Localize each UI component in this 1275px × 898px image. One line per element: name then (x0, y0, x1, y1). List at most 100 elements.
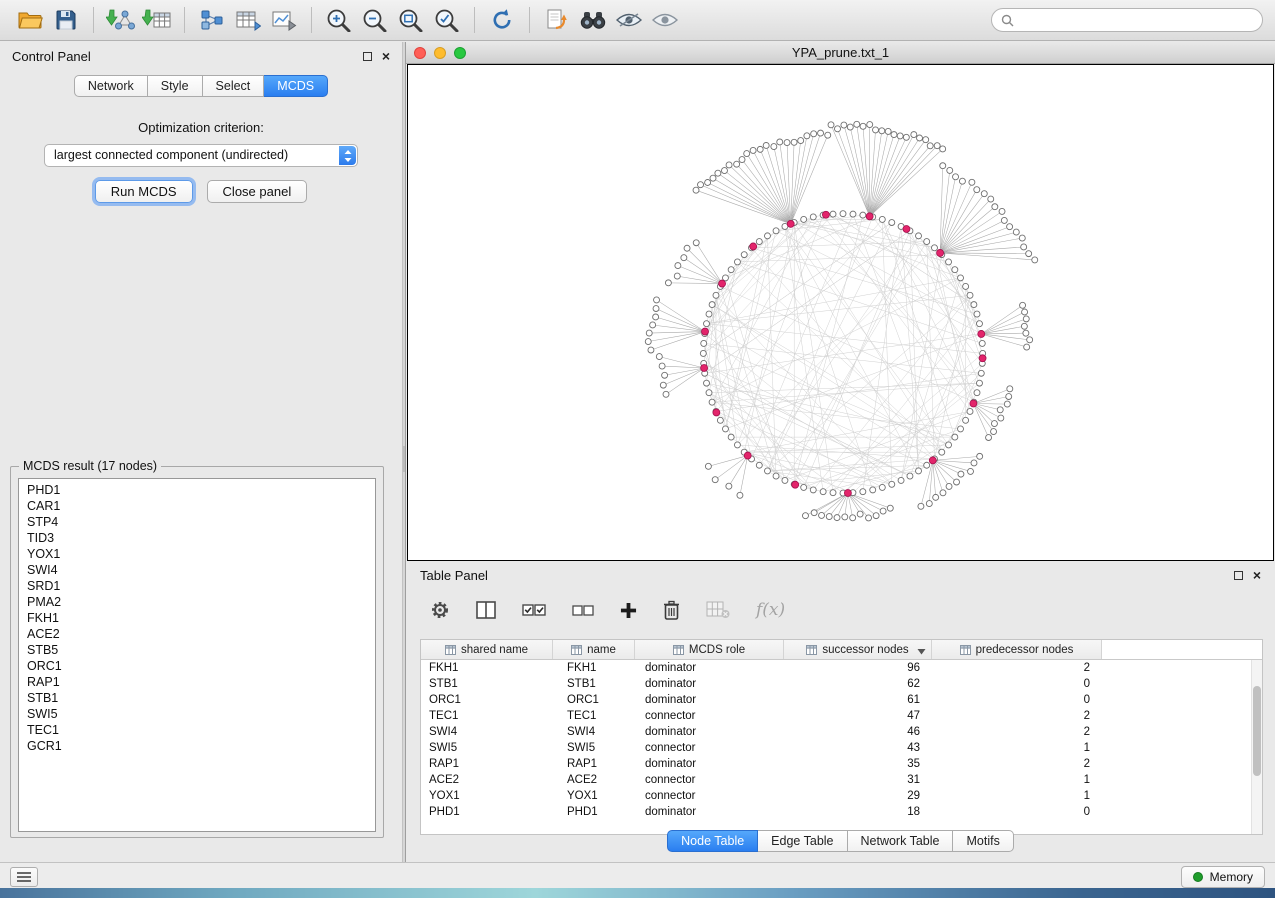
table-row[interactable]: SWI4SWI4dominator462 (421, 724, 1251, 740)
zoom-selected-button[interactable] (429, 4, 465, 36)
criterion-dropdown[interactable]: largest connected component (undirected) (44, 144, 358, 167)
float-panel-icon[interactable] (363, 52, 372, 61)
import-network-button[interactable] (103, 4, 139, 36)
network-window-titlebar[interactable]: YPA_prune.txt_1 (406, 42, 1275, 64)
mcds-result-item[interactable]: TID3 (19, 530, 375, 546)
share-document-button[interactable] (539, 4, 575, 36)
float-table-panel-icon[interactable] (1234, 571, 1243, 580)
refresh-button[interactable] (484, 4, 520, 36)
mcds-result-item[interactable]: SRD1 (19, 578, 375, 594)
mcds-result-item[interactable]: STB5 (19, 642, 375, 658)
zoom-in-button[interactable] (321, 4, 357, 36)
new-network-button[interactable] (194, 4, 230, 36)
splitter-handle-icon[interactable] (403, 446, 405, 472)
memory-button[interactable]: Memory (1181, 866, 1265, 888)
successor-nodes-cell: 31 (784, 774, 932, 786)
mcds-result-item[interactable]: TEC1 (19, 722, 375, 738)
function-builder-button[interactable]: f(x) (756, 596, 785, 624)
tab-style[interactable]: Style (148, 75, 203, 97)
shared-name-cell: RAP1 (421, 758, 553, 770)
network-canvas[interactable] (407, 64, 1274, 561)
maximize-window-icon[interactable] (454, 47, 466, 59)
control-panel: Control Panel × Network Style Select MCD… (0, 42, 402, 862)
close-panel-icon[interactable]: × (382, 51, 390, 61)
table-row[interactable]: RAP1RAP1dominator352 (421, 756, 1251, 772)
mcds-result-item[interactable]: CAR1 (19, 498, 375, 514)
run-mcds-button[interactable]: Run MCDS (95, 180, 193, 203)
mcds-result-list[interactable]: PHD1CAR1STP4TID3YOX1SWI4SRD1PMA2FKH1ACE2… (18, 478, 376, 832)
column-header-successor-nodes[interactable]: successor nodes (784, 640, 932, 659)
import-table-icon (142, 9, 172, 31)
mcds-result-item[interactable]: STB1 (19, 690, 375, 706)
shared-name-cell: YOX1 (421, 790, 553, 802)
table-settings-button[interactable] (430, 596, 450, 624)
zoom-fit-icon (398, 8, 424, 32)
mcds-result-item[interactable]: SWI4 (19, 562, 375, 578)
mcds-result-item[interactable]: PMA2 (19, 594, 375, 610)
birds-eye-view-button[interactable] (647, 4, 683, 36)
table-row[interactable]: SWI5SWI5connector431 (421, 740, 1251, 756)
column-header-mcds-role[interactable]: MCDS role (635, 640, 784, 659)
mcds-result-item[interactable]: ORC1 (19, 658, 375, 674)
table-row[interactable]: FKH1FKH1dominator962 (421, 660, 1251, 676)
mcds-result-item[interactable]: STP4 (19, 514, 375, 530)
tab-network-table[interactable]: Network Table (848, 830, 954, 852)
table-row[interactable]: YOX1YOX1connector291 (421, 788, 1251, 804)
mcds-result-item[interactable]: YOX1 (19, 546, 375, 562)
find-button[interactable] (575, 4, 611, 36)
tab-mcds[interactable]: MCDS (264, 75, 328, 97)
graphics-details-button[interactable] (611, 4, 647, 36)
application-window: Control Panel × Network Style Select MCD… (0, 0, 1275, 890)
tab-motifs[interactable]: Motifs (953, 830, 1013, 852)
mcds-result-item[interactable]: SWI5 (19, 706, 375, 722)
delete-table-button[interactable] (706, 596, 730, 624)
column-header-name[interactable]: name (553, 640, 635, 659)
table-row[interactable]: PHD1PHD1dominator180 (421, 804, 1251, 820)
sort-descending-icon[interactable] (917, 646, 926, 658)
table-row[interactable]: STB1STB1dominator620 (421, 676, 1251, 692)
tab-network[interactable]: Network (74, 75, 148, 97)
zoom-fit-button[interactable] (393, 4, 429, 36)
close-table-panel-icon[interactable]: × (1253, 570, 1261, 580)
search-field[interactable] (991, 8, 1263, 32)
new-table-button[interactable] (230, 4, 266, 36)
right-area: YPA_prune.txt_1 Table Panel × (406, 42, 1275, 862)
export-image-button[interactable] (266, 4, 302, 36)
checked-boxes-icon (522, 603, 546, 617)
minimize-window-icon[interactable] (434, 47, 446, 59)
table-scrollbar-thumb[interactable] (1253, 686, 1261, 776)
zoom-out-button[interactable] (357, 4, 393, 36)
table-row[interactable]: ACE2ACE2connector311 (421, 772, 1251, 788)
table-scrollbar[interactable] (1251, 660, 1262, 834)
mcds-result-item[interactable]: GCR1 (19, 738, 375, 754)
tab-edge-table[interactable]: Edge Table (758, 830, 847, 852)
search-input[interactable] (1020, 13, 1253, 27)
table-row[interactable]: TEC1TEC1connector472 (421, 708, 1251, 724)
mcds-result-item[interactable]: RAP1 (19, 674, 375, 690)
save-session-button[interactable] (48, 4, 84, 36)
network-graph (408, 65, 1273, 560)
mcds-result-item[interactable]: ACE2 (19, 626, 375, 642)
memory-status-icon (1193, 872, 1203, 882)
tab-node-table[interactable]: Node Table (667, 830, 758, 852)
delete-column-button[interactable] (663, 596, 680, 624)
column-header-shared-name[interactable]: shared name (421, 640, 553, 659)
node-table-body: FKH1FKH1dominator962STB1STB1dominator620… (421, 660, 1251, 834)
close-window-icon[interactable] (414, 47, 426, 59)
show-task-history-button[interactable] (10, 867, 38, 887)
open-file-button[interactable] (12, 4, 48, 36)
tab-select[interactable]: Select (203, 75, 265, 97)
close-panel-button[interactable]: Close panel (207, 180, 308, 203)
unselect-all-columns-button[interactable] (572, 596, 594, 624)
toolbar-separator (93, 7, 94, 33)
create-column-button[interactable] (620, 596, 637, 624)
select-all-columns-button[interactable] (522, 596, 546, 624)
mcds-result-item[interactable]: FKH1 (19, 610, 375, 626)
show-columns-button[interactable] (476, 596, 496, 624)
gear-icon (430, 600, 450, 620)
table-row[interactable]: ORC1ORC1dominator610 (421, 692, 1251, 708)
mcds-result-item[interactable]: PHD1 (19, 482, 375, 498)
column-header-predecessor-nodes[interactable]: predecessor nodes (932, 640, 1102, 659)
import-table-button[interactable] (139, 4, 175, 36)
export-image-icon (271, 9, 297, 31)
